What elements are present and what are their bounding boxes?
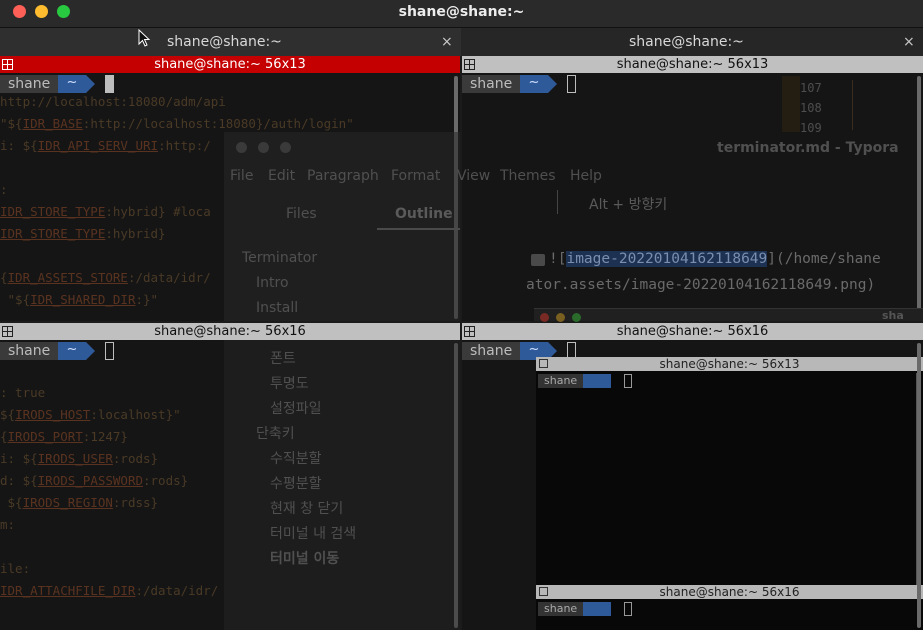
- prompt-dir: ~: [520, 75, 548, 93]
- tab-2[interactable]: shane@shane:~ ×: [461, 28, 923, 56]
- tab-2-close-icon[interactable]: ×: [903, 28, 915, 56]
- pane-title: shane@shane:~ 56x13: [616, 57, 769, 72]
- tab-bar: shane@shane:~ × shane@shane:~ ×: [0, 28, 923, 56]
- tab-2-label: shane@shane:~: [629, 34, 744, 50]
- prompt-dir: ~: [58, 75, 86, 93]
- tab-1[interactable]: shane@shane:~ ×: [0, 28, 460, 56]
- background-code-line: IDR_STORE_TYPE:hybrid}: [0, 226, 166, 241]
- background-code-line: i: ${IDR_API_SERV_URI:http:/: [0, 138, 211, 153]
- outline-item[interactable]: 단축키: [256, 423, 295, 443]
- outline-item[interactable]: 터미널 내 검색: [270, 523, 356, 543]
- split-grid-icon[interactable]: [464, 59, 475, 70]
- background-code-line: {IRODS_PORT:1247}: [0, 429, 128, 444]
- window-titlebar: shane@shane:~: [0, 0, 923, 28]
- prompt-user: shane: [0, 342, 58, 360]
- outline-item[interactable]: 폰트: [270, 348, 296, 368]
- mini-header-bottom: shane@shane:~ 56x16: [536, 585, 923, 599]
- outline-item[interactable]: Install: [256, 300, 298, 316]
- typora-ghost-window-bottom: [224, 340, 460, 630]
- pane-title: shane@shane:~ 56x16: [154, 324, 306, 339]
- code-gutter: [782, 76, 800, 132]
- outline-item[interactable]: 설정파일: [270, 398, 322, 418]
- mini-cursor: [624, 602, 632, 616]
- outline-item[interactable]: 투명도: [270, 373, 309, 393]
- outline-item[interactable]: Terminator: [242, 250, 317, 266]
- mini-prompt-user: shane: [538, 602, 583, 616]
- typora-menu-item[interactable]: View: [457, 168, 490, 184]
- prompt-user: shane: [0, 75, 58, 93]
- outline-item[interactable]: 현재 창 닫기: [270, 498, 343, 518]
- scrollbar[interactable]: [917, 76, 921, 319]
- background-code-line: m:: [0, 517, 16, 532]
- tab-1-close-icon[interactable]: ×: [441, 28, 453, 56]
- split-grid-icon[interactable]: [464, 326, 475, 337]
- embedded-terminator-image: shane@shane:~ 56x13 shane shane@shane:~ …: [536, 357, 923, 630]
- prompt-user: shane: [462, 342, 520, 360]
- window-title: shane@shane:~: [398, 4, 525, 20]
- pane-header-top-right: shane@shane:~ 56x13: [462, 56, 923, 73]
- outline-item[interactable]: 수직분할: [270, 448, 322, 468]
- terminal-cursor: [105, 342, 114, 360]
- mouse-pointer-icon: [138, 29, 151, 47]
- pane-title: shane@shane:~ 56x13: [154, 57, 306, 72]
- prompt-dir: ~: [58, 342, 86, 360]
- tree-lines: [852, 80, 864, 130]
- background-code-line: : true: [0, 385, 46, 400]
- markdown-image-line-1: ![image-20220104162118649](/home/shane: [549, 251, 881, 267]
- pane-header-top-left: shane@shane:~ 56x13: [0, 56, 460, 73]
- embedded-window-titlebar: sha: [534, 308, 923, 322]
- doc-divider: [557, 190, 558, 214]
- mini-cursor: [624, 374, 632, 388]
- typora-files-tab[interactable]: Files: [286, 206, 317, 222]
- mini-header-top: shane@shane:~ 56x13: [536, 357, 923, 371]
- background-code-line: ${IRODS_REGION:rdss}: [0, 495, 159, 510]
- line-numbers: 107 108 109: [800, 81, 822, 135]
- mini-prompt-dir: [583, 374, 611, 388]
- typora-menu-item[interactable]: Format: [391, 168, 440, 184]
- split-grid-icon[interactable]: [2, 326, 13, 337]
- image-icon: [531, 254, 545, 266]
- typora-menu-item[interactable]: Themes: [500, 168, 556, 184]
- pane-header-bottom-left: shane@shane:~ 56x16: [0, 323, 460, 340]
- scrollbar[interactable]: [917, 343, 921, 628]
- outline-item[interactable]: 터미널 이동: [270, 548, 339, 568]
- mini-prompt-user: shane: [538, 374, 583, 388]
- typora-ghost-window-top: [224, 132, 460, 321]
- typora-menu-item[interactable]: Edit: [268, 168, 295, 184]
- outline-item[interactable]: Intro: [256, 275, 289, 291]
- doc-text: Alt + 방향키: [589, 197, 668, 213]
- background-code-line: "${IDR_BASE:http://localhost:18080}/auth…: [0, 116, 354, 131]
- background-code-line: IDR_ATTACHFILE_DIR:/data/idr/: [0, 583, 219, 598]
- terminal-cursor: [105, 75, 114, 93]
- pane-title: shane@shane:~ 56x16: [616, 324, 769, 339]
- background-code-line: ${IRODS_HOST:localhost}": [0, 407, 181, 422]
- background-code-line: IDR_STORE_TYPE:hybrid} #loca: [0, 204, 211, 219]
- terminal-cursor: [567, 75, 576, 93]
- outline-item[interactable]: 수평분할: [270, 473, 322, 493]
- background-code-line: http://localhost:18080/adm/api: [0, 94, 226, 109]
- split-grid-icon[interactable]: [2, 59, 13, 70]
- background-code-line: :: [0, 182, 8, 197]
- pane-header-bottom-right: shane@shane:~ 56x16: [462, 323, 923, 340]
- markdown-image-line-2: ator.assets/image-20220104162118649.png): [526, 277, 876, 293]
- mini-prompt-dir: [583, 602, 611, 616]
- background-code-line: "${IDR_SHARED_DIR:}": [0, 292, 159, 307]
- tab-1-label: shane@shane:~: [167, 34, 282, 50]
- terminal-pane-bottom-right[interactable]: shane@shane:~ 56x16 shane ~ shane@shane:…: [462, 323, 923, 630]
- background-code-line: ile:: [0, 561, 31, 576]
- background-code-line: d: ${IRODS_PASSWORD:rods}: [0, 473, 189, 488]
- typora-menu-item[interactable]: Help: [570, 168, 602, 184]
- typora-outline-tab[interactable]: Outline: [395, 206, 453, 222]
- background-code-line: {IDR_ASSETS_STORE:/data/idr/: [0, 270, 211, 285]
- typora-menu-item[interactable]: File: [230, 168, 253, 184]
- prompt-user: shane: [462, 75, 520, 93]
- typora-menu-item[interactable]: Paragraph: [307, 168, 379, 184]
- typora-title: terminator.md - Typora: [717, 140, 899, 156]
- background-code-line: i: ${IRODS_USER:rods}: [0, 451, 159, 466]
